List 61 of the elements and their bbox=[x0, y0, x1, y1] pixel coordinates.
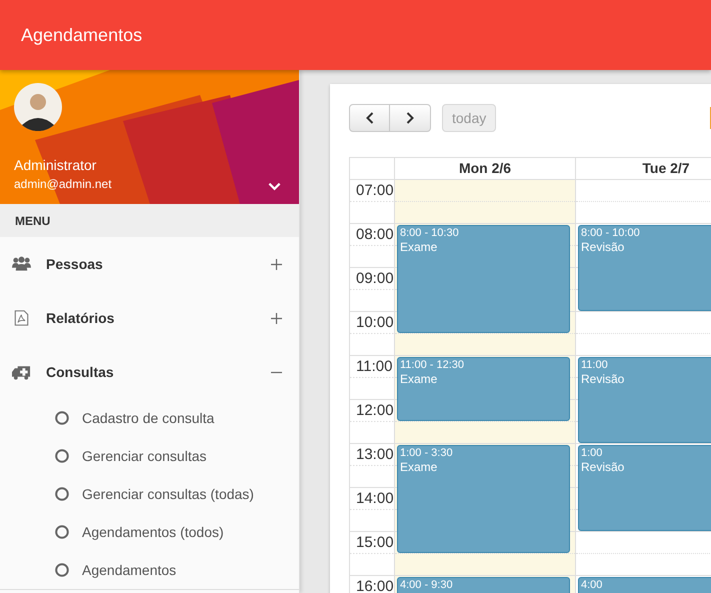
circle-icon bbox=[55, 449, 69, 463]
circle-icon bbox=[55, 411, 69, 425]
avatar-icon bbox=[14, 83, 62, 131]
calendar-event[interactable]: 4:00 - 9:30 bbox=[397, 577, 570, 593]
submenu-item[interactable]: Cadastro de consulta bbox=[0, 399, 299, 437]
time-label: 15:00 bbox=[356, 534, 394, 551]
submenu-item[interactable]: Gerenciar consultas bbox=[0, 437, 299, 475]
event-time: 11:00 bbox=[581, 359, 609, 372]
calendar-event[interactable]: 8:00 - 10:30 Exame bbox=[397, 225, 570, 333]
calendar-event[interactable]: 1:00 Revisão bbox=[578, 445, 711, 531]
user-name: Administrator bbox=[14, 157, 98, 173]
chevron-left-icon bbox=[366, 112, 374, 124]
event-time: 11:00 - 12:30 bbox=[400, 359, 466, 372]
event-title: Revisão bbox=[581, 460, 626, 475]
calendar-event[interactable]: 1:00 - 3:30 Exame bbox=[397, 445, 570, 553]
chevron-down-icon[interactable] bbox=[268, 182, 281, 191]
calendar-event[interactable]: 8:00 - 10:00 Revisão bbox=[578, 225, 711, 311]
next-button[interactable] bbox=[390, 104, 431, 132]
calendar-event[interactable]: 11:00 Revisão bbox=[578, 357, 711, 443]
plus-icon bbox=[271, 312, 282, 324]
time-label: 07:00 bbox=[356, 182, 394, 199]
event-title: Exame bbox=[400, 460, 438, 475]
event-title: Exame bbox=[400, 372, 438, 387]
submenu-item[interactable]: Agendamentos (todos) bbox=[0, 513, 299, 551]
calendar-event[interactable]: 11:00 - 12:30 Exame bbox=[397, 357, 570, 421]
event-time: 8:00 - 10:30 bbox=[400, 227, 460, 240]
sidebar-item[interactable]: Consultas bbox=[0, 345, 299, 399]
time-label: 08:00 bbox=[356, 226, 394, 243]
circle-icon bbox=[55, 487, 69, 501]
time-label: 13:00 bbox=[356, 446, 394, 463]
event-time: 1:00 bbox=[581, 447, 604, 460]
menu-heading: MENU bbox=[15, 214, 50, 228]
event-time: 4:00 - 9:30 bbox=[400, 579, 454, 592]
time-label: 10:00 bbox=[356, 314, 394, 331]
event-time: 8:00 - 10:00 bbox=[581, 227, 641, 240]
calendar-event[interactable]: 4:00 bbox=[578, 577, 711, 593]
chevron-right-icon bbox=[406, 112, 414, 124]
submenu-item[interactable]: Gerenciar consultas (todas) bbox=[0, 475, 299, 513]
pdf-file-icon bbox=[12, 310, 31, 326]
event-time: 1:00 - 3:30 bbox=[400, 447, 454, 460]
submenu-item[interactable]: Agendamentos bbox=[0, 551, 299, 590]
event-time: 4:00 bbox=[581, 579, 604, 592]
plus-icon bbox=[271, 258, 282, 270]
event-title: Exame bbox=[400, 240, 438, 255]
circle-icon bbox=[55, 563, 69, 577]
event-title: Revisão bbox=[581, 240, 626, 255]
user-email: admin@admin.net bbox=[14, 177, 112, 191]
time-label: 12:00 bbox=[356, 402, 394, 419]
time-label: 09:00 bbox=[356, 270, 394, 287]
circle-icon bbox=[55, 525, 69, 539]
time-label: 14:00 bbox=[356, 490, 394, 507]
sidebar-item[interactable]: Pessoas bbox=[0, 237, 299, 291]
app-title: Agendamentos bbox=[21, 24, 142, 46]
ambulance-icon bbox=[12, 364, 31, 380]
time-label: 16:00 bbox=[356, 578, 394, 593]
people-icon bbox=[12, 256, 31, 272]
day-header: Tue 2/7 bbox=[576, 158, 711, 180]
time-label: 11:00 bbox=[356, 358, 392, 375]
event-title: Revisão bbox=[581, 372, 626, 387]
previous-button[interactable] bbox=[349, 104, 390, 132]
sidebar-item[interactable]: Relatórios bbox=[0, 291, 299, 345]
